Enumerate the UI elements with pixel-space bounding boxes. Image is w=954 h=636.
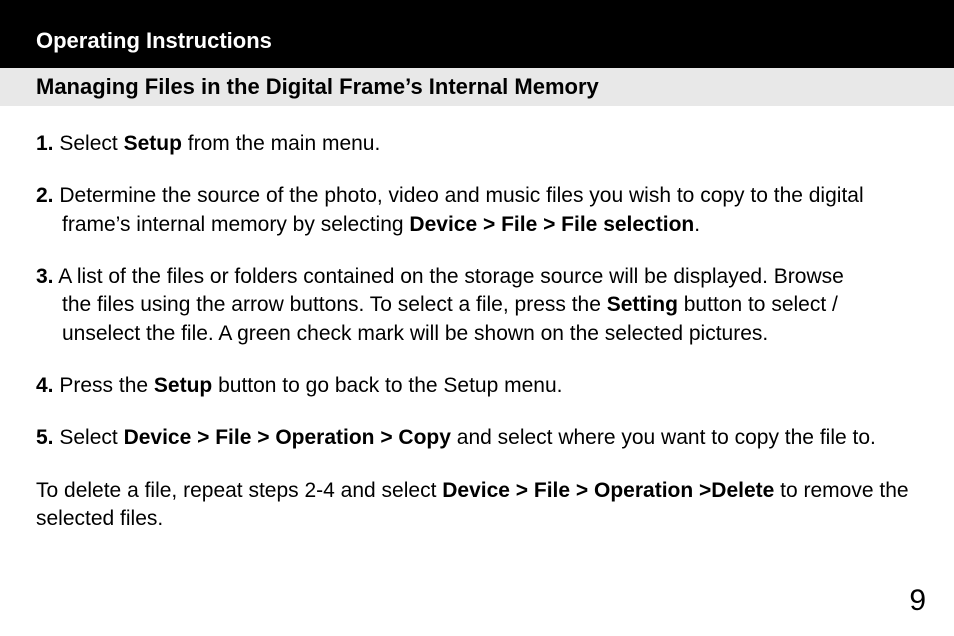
step-bold: Setup (124, 132, 182, 155)
step-number: 4. (36, 374, 54, 397)
step-text: frame’s internal memory by selecting (62, 213, 409, 236)
step-bold: Setup (154, 374, 212, 397)
para-text: To delete a file, repeat steps 2-4 and s… (36, 479, 442, 502)
step-bold: Device > File > Operation > Copy (124, 426, 451, 449)
step-text: Press the (54, 374, 154, 397)
step-number: 3. (36, 265, 54, 288)
step-2: 2. Determine the source of the photo, vi… (36, 182, 918, 239)
step-5: 5. Select Device > File > Operation > Co… (36, 424, 918, 452)
step-text: the files using the arrow buttons. To se… (62, 293, 607, 316)
section-title: Managing Files in the Digital Frame’s In… (36, 74, 599, 99)
step-bold: Setting (607, 293, 678, 316)
step-4: 4. Press the Setup button to go back to … (36, 372, 918, 400)
step-text: . (694, 213, 700, 236)
section-heading: Managing Files in the Digital Frame’s In… (0, 68, 954, 106)
step-text: Select (54, 426, 124, 449)
para-bold: Device > File > Operation >Delete (442, 479, 774, 502)
step-3: 3. A list of the files or folders contai… (36, 263, 918, 348)
header-title: Operating Instructions (36, 28, 272, 53)
step-number: 1. (36, 132, 54, 155)
step-text: unselect the file. A green check mark wi… (62, 322, 768, 345)
step-1: 1. Select Setup from the main menu. (36, 130, 918, 158)
step-text: and select where you want to copy the fi… (451, 426, 876, 449)
content-body: 1. Select Setup from the main menu. 2. D… (0, 106, 954, 533)
step-text: Select (54, 132, 124, 155)
delete-paragraph: To delete a file, repeat steps 2-4 and s… (36, 477, 918, 534)
step-text: button to go back to the Setup menu. (212, 374, 562, 397)
step-number: 5. (36, 426, 54, 449)
step-text: Determine the source of the photo, video… (54, 184, 864, 207)
page-number: 9 (909, 584, 926, 618)
step-text: button to select / (678, 293, 838, 316)
step-text: from the main menu. (182, 132, 380, 155)
step-number: 2. (36, 184, 54, 207)
step-bold: Device > File > File selection (409, 213, 694, 236)
header-bar: Operating Instructions (0, 0, 954, 68)
step-text: A list of the files or folders contained… (54, 265, 844, 288)
